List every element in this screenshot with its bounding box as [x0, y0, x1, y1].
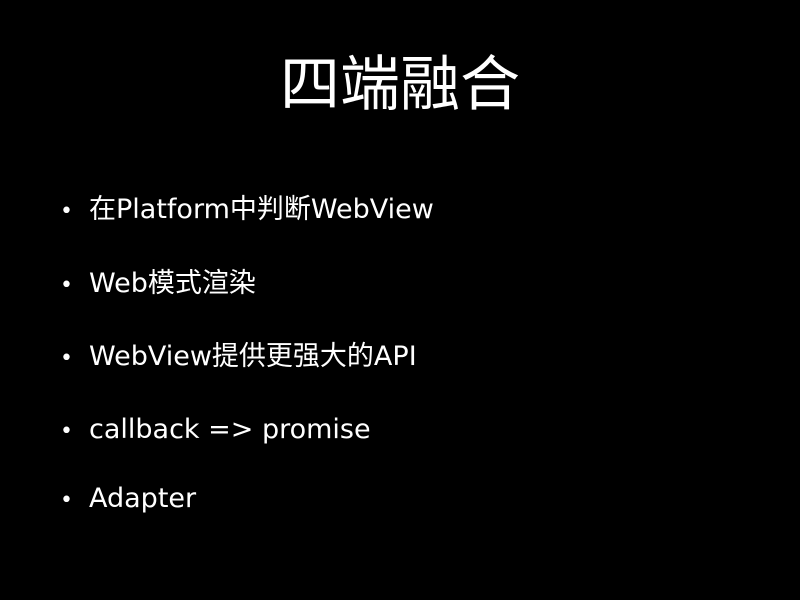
bullet-marker: •: [60, 419, 73, 444]
bullet-text: Adapter: [89, 483, 197, 514]
bullet-marker: •: [60, 273, 73, 298]
bullet-text: 在Platform中判断WebView: [89, 194, 434, 225]
slide-title: 四端融合: [280, 50, 520, 120]
bullet-item: • 在Platform中判断WebView: [60, 190, 434, 230]
presentation-slide: 四端融合 • 在Platform中判断WebView • Web模式渲染 • WebV…: [0, 0, 800, 600]
bullet-marker: •: [60, 488, 73, 513]
bullet-text: callback => promise: [89, 414, 371, 445]
bullet-item: • Web模式渲染: [60, 264, 256, 304]
bullet-text: WebView提供更强大的API: [89, 341, 417, 372]
bullet-marker: •: [60, 199, 73, 224]
bullet-marker: •: [60, 346, 73, 371]
bullet-item: • WebView提供更强大的API: [60, 337, 417, 377]
bullet-item: • Adapter: [60, 479, 196, 519]
bullet-text: Web模式渲染: [89, 268, 256, 299]
bullet-item: • callback => promise: [60, 410, 371, 450]
